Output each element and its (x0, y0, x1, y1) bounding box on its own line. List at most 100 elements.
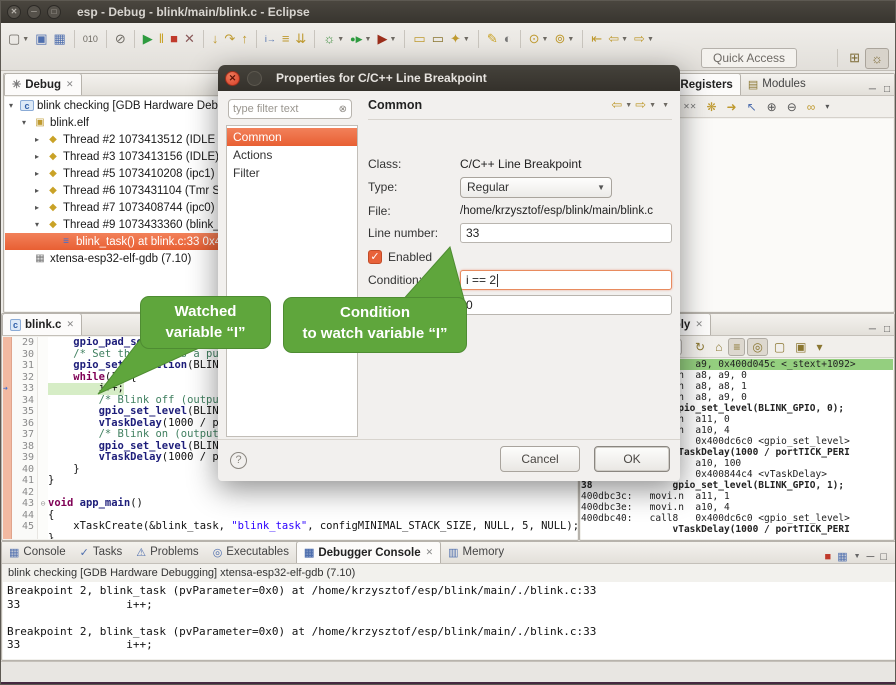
condition-input[interactable]: i == 2 (460, 270, 672, 290)
collapse-all-icon[interactable]: ⊖ (783, 99, 801, 115)
previous-annotation-icon[interactable]: ⊚▼ (551, 28, 577, 50)
show-source-icon[interactable]: ≡ (728, 338, 745, 356)
disassembly-instruction-line[interactable]: 400dbc3c: movi.n a11, 1 (581, 491, 893, 502)
refresh-icon[interactable]: ↻ (691, 339, 709, 355)
tab-close-icon[interactable]: ✕ (66, 319, 74, 330)
chevron-down-icon[interactable]: ▼ (647, 36, 654, 43)
drop-to-frame-icon[interactable]: ⇊ (292, 28, 309, 50)
cancel-button[interactable]: Cancel (500, 446, 580, 472)
dialog-close-button[interactable]: ✕ (225, 71, 240, 86)
disassembly-instruction-line[interactable]: 400dbc40: call8 0x400dc6c0 <gpio_set_lev… (581, 513, 893, 524)
sphere-icon[interactable]: ◐ (501, 28, 515, 50)
external-tools-icon[interactable]: ▶▼ (374, 28, 399, 50)
save-all-icon[interactable]: ▦ (51, 28, 69, 50)
next-annotation-icon[interactable]: ⊙▼ (526, 28, 552, 50)
chevron-down-icon[interactable]: ▼ (567, 36, 574, 43)
remove-all-register-groups-icon[interactable]: ✕✕ (679, 101, 700, 112)
tab-memory[interactable]: ▥Memory (441, 541, 511, 563)
tree-twistie-icon[interactable]: ▸ (35, 135, 46, 144)
sync-with-pc-icon[interactable]: ◎ (747, 338, 767, 356)
quick-access-button[interactable]: Quick Access (701, 48, 797, 68)
run-icon[interactable]: ●▶▼ (347, 28, 374, 50)
home-icon[interactable]: ⌂ (711, 339, 726, 355)
chevron-down-icon[interactable]: ▼ (463, 36, 470, 43)
window-maximize-button[interactable]: □ (47, 5, 61, 19)
dialog-nav-actions[interactable]: Actions (227, 146, 357, 164)
cast-to-type-icon[interactable]: ➜ (723, 99, 741, 115)
window-close-button[interactable]: ✕ (7, 5, 21, 19)
tab-close-icon[interactable]: ✕ (66, 79, 74, 90)
disassembly-instruction-line[interactable]: 400dbc3e: movi.n a10, 4 (581, 502, 893, 513)
tab-modules[interactable]: ▤Modules (741, 73, 813, 95)
debug-icon[interactable]: ☼▼ (320, 28, 347, 50)
view-menu-icon[interactable]: ▾ (813, 339, 827, 355)
use-step-filters-icon[interactable]: ≡ (279, 28, 293, 50)
maximize-icon[interactable]: □ (880, 551, 887, 563)
open-new-view-icon[interactable]: ▢ (770, 339, 789, 355)
maximize-icon[interactable]: □ (884, 84, 890, 95)
tab-close-icon[interactable]: ✕ (695, 319, 703, 330)
forward-arrow-icon[interactable]: ⇨ (635, 97, 646, 113)
tree-twistie-icon[interactable]: ▾ (9, 101, 20, 110)
chevron-down-icon[interactable]: ▼ (649, 102, 656, 109)
open-element-icon[interactable]: ✦▼ (447, 28, 473, 50)
disassembly-source-line[interactable]: vTaskDelay(1000 / portTICK_PERI (581, 524, 893, 535)
chevron-down-icon[interactable]: ▼ (22, 36, 29, 43)
tree-twistie-icon[interactable]: ▸ (35, 203, 46, 212)
tree-twistie-icon[interactable]: ▸ (35, 152, 46, 161)
minimize-icon[interactable]: ─ (869, 324, 876, 335)
back-icon[interactable]: ⇦▼ (605, 28, 631, 50)
tab-problems[interactable]: ⚠Problems (129, 541, 205, 563)
dialog-nav-common[interactable]: Common (227, 128, 357, 146)
type-dropdown[interactable]: Regular ▼ (460, 177, 612, 198)
code-line[interactable]: 43⊖void app_main() (12, 498, 577, 510)
maximize-icon[interactable]: □ (884, 324, 890, 335)
tree-twistie-icon[interactable]: ▸ (35, 169, 46, 178)
minimize-icon[interactable]: ─ (867, 551, 875, 563)
breakpoint-icon[interactable]: ➜ (3, 383, 12, 394)
tab-tasks[interactable]: ✓Tasks (73, 541, 130, 563)
terminate-console-icon[interactable]: ■ (825, 551, 832, 563)
line-number-input[interactable]: 33 (460, 223, 672, 243)
chevron-down-icon[interactable]: ▼ (542, 36, 549, 43)
enabled-checkbox[interactable]: ✓ (368, 250, 382, 264)
add-register-group-icon[interactable]: ❋ (702, 99, 720, 115)
fold-marker-icon[interactable]: ⊖ (38, 498, 48, 510)
pointer-icon[interactable]: ↖ (743, 99, 761, 115)
pin-view-icon[interactable]: ▣ (791, 339, 810, 355)
step-return-icon[interactable]: ↑ (238, 28, 251, 50)
chevron-down-icon[interactable]: ▼ (625, 102, 632, 109)
dialog-minimize-button[interactable] (247, 71, 262, 86)
last-edit-location-icon[interactable]: ⇤ (588, 28, 605, 50)
help-icon[interactable]: ? (230, 452, 247, 469)
resume-icon[interactable]: ▶ (140, 28, 156, 50)
new-wizard-icon[interactable]: ▢▼ (5, 28, 32, 50)
tab-blink-c[interactable]: c blink.c ✕ (2, 313, 82, 335)
code-line[interactable]: 45 xTaskCreate(&blink_task, "blink_task"… (12, 521, 577, 533)
display-console-icon[interactable]: ▦ (837, 550, 847, 563)
open-perspective-icon[interactable]: ⊞ (844, 48, 865, 68)
chevron-down-icon[interactable]: ▼ (621, 36, 628, 43)
terminate-icon[interactable]: ■ (167, 28, 181, 50)
dialog-filter-input[interactable]: type filter text ⊗ (228, 99, 352, 119)
chevron-down-icon[interactable]: ▼ (854, 553, 861, 560)
step-over-icon[interactable]: ↷ (221, 28, 238, 50)
step-into-icon[interactable]: ↓ (209, 28, 222, 50)
code-line[interactable]: } (12, 533, 577, 540)
debug-perspective-icon[interactable]: ☼ (865, 48, 889, 69)
skip-all-breakpoints-icon[interactable]: ⊘ (112, 28, 129, 50)
save-icon[interactable]: ▣ (32, 28, 50, 50)
chevron-down-icon[interactable]: ▼ (337, 36, 344, 43)
tab-console[interactable]: ▦Console (2, 541, 73, 563)
tab-executables[interactable]: ◎Executables (206, 541, 296, 563)
disassembly-source-line[interactable]: 38 gpio_set_level(BLINK_GPIO, 1); (581, 480, 893, 491)
open-folder-icon[interactable]: ▭ (410, 28, 428, 50)
tree-twistie-icon[interactable]: ▾ (35, 220, 46, 229)
expand-all-icon[interactable]: ⊕ (763, 99, 781, 115)
instruction-stepping-icon[interactable]: i→ (262, 28, 279, 50)
forward-icon[interactable]: ⇨▼ (631, 28, 657, 50)
tree-twistie-icon[interactable]: ▸ (35, 186, 46, 195)
disconnect-icon[interactable]: ✕ (181, 28, 198, 50)
tree-twistie-icon[interactable]: ▾ (22, 118, 33, 127)
window-minimize-button[interactable]: ─ (27, 5, 41, 19)
